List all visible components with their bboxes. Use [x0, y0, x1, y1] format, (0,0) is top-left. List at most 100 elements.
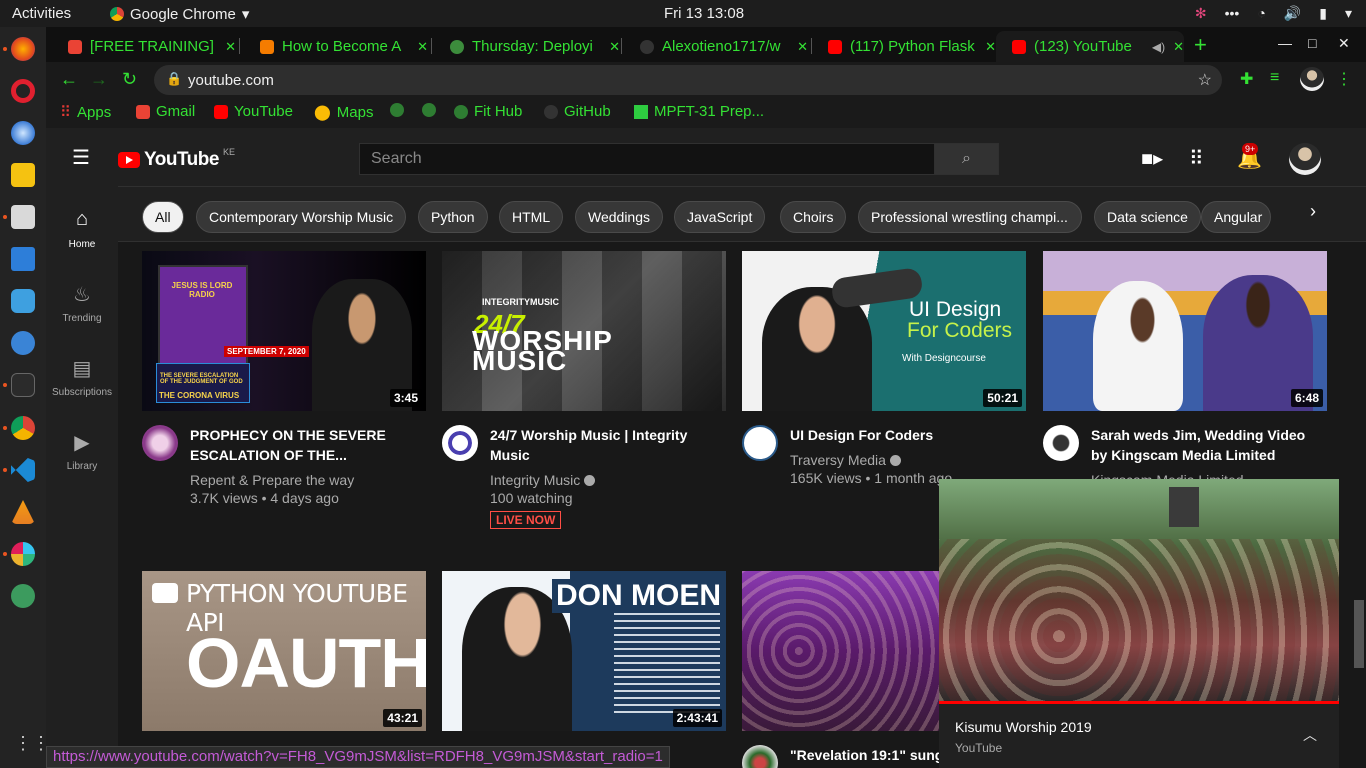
chip-python[interactable]: Python — [418, 201, 488, 233]
vscode-icon[interactable] — [11, 458, 35, 482]
create-video-icon[interactable]: ■▸ — [1141, 146, 1163, 171]
new-tab-button[interactable]: + — [1194, 32, 1207, 58]
miniplayer-video[interactable] — [939, 479, 1339, 701]
power-icon[interactable]: ▾ — [1345, 5, 1352, 22]
channel-avatar[interactable] — [1043, 425, 1079, 461]
bookmark-youtube[interactable]: YouTube — [214, 103, 293, 120]
clock[interactable]: Fri 13 13:08 — [664, 5, 744, 22]
tab-youtube[interactable]: (123) YouTube ◀) ✕ — [996, 31, 1184, 62]
video-thumbnail-worship[interactable]: INTEGRITYMUSIC 24/7 WORSHIP MUSIC — [442, 251, 726, 411]
video-title[interactable]: UI Design For Coders — [790, 425, 1020, 445]
tab-become[interactable]: How to Become A ✕ — [244, 31, 428, 62]
forward-button[interactable]: → — [90, 69, 108, 90]
bookmark-mpft[interactable]: MPFT-31 Prep... — [634, 103, 764, 120]
files-icon[interactable] — [11, 205, 35, 229]
miniplayer-title[interactable]: Kisumu Worship 2019 — [955, 719, 1092, 735]
account-avatar[interactable] — [1289, 143, 1321, 175]
extensions-icon[interactable]: ✚ — [1240, 69, 1253, 89]
chip-worship[interactable]: Contemporary Worship Music — [196, 201, 407, 233]
guide-item-subscriptions[interactable]: ▤ Subscriptions — [46, 356, 118, 400]
help-icon[interactable] — [11, 331, 35, 355]
progress-bar[interactable] — [939, 701, 1339, 704]
firefox-icon[interactable] — [11, 37, 35, 61]
close-icon[interactable]: ✕ — [1173, 39, 1184, 55]
guide-item-home[interactable]: ⌂ Home — [46, 208, 118, 252]
battery-icon[interactable]: ▮ — [1319, 5, 1327, 22]
maximize-button[interactable]: □ — [1308, 35, 1316, 51]
apps-grid-icon[interactable]: ⠿ — [1189, 146, 1204, 171]
more-icon[interactable]: ••• — [1225, 5, 1240, 22]
video-thumbnail-don-moen[interactable]: DON MOEN 2:43:41 — [442, 571, 726, 731]
close-icon[interactable]: ✕ — [609, 39, 620, 55]
audio-playing-icon[interactable]: ◀) — [1152, 40, 1165, 54]
close-icon[interactable]: ✕ — [417, 39, 428, 55]
chevron-right-icon[interactable]: › — [1310, 201, 1316, 222]
chip-weddings[interactable]: Weddings — [575, 201, 664, 233]
miniplayer-channel[interactable]: YouTube — [955, 741, 1002, 755]
bookmark-star-icon[interactable]: ☆ — [1198, 70, 1212, 90]
terminal-icon[interactable] — [11, 373, 35, 397]
bookmark-fit-hub[interactable]: Fit Hub — [454, 103, 522, 120]
address-bar[interactable]: 🔒 youtube.com ☆ — [154, 65, 1222, 95]
chip-data-science[interactable]: Data science — [1094, 201, 1201, 233]
chrome-dock-icon[interactable] — [11, 416, 35, 440]
video-thumbnail-oauth[interactable]: PYTHON YOUTUBE API OAUTH 43:21 — [142, 571, 426, 731]
bookmark-maps[interactable]: ⬤ Maps — [314, 103, 373, 122]
chip-all[interactable]: All — [142, 201, 184, 233]
slack-icon[interactable]: ✻ — [1195, 5, 1207, 22]
chip-wrestling[interactable]: Professional wrestling champi... — [858, 201, 1082, 233]
activities-button[interactable]: Activities — [12, 5, 71, 22]
back-button[interactable]: ← — [60, 69, 78, 90]
system-tray[interactable]: ✻ ••• ◔ 🔊 ▮ ▾ — [1195, 5, 1352, 22]
channel-avatar[interactable] — [142, 425, 178, 461]
video-thumbnail-prophecy[interactable]: JESUS IS LORD RADIO SEPTEMBER 7, 2020 TH… — [142, 251, 426, 411]
volume-icon[interactable]: 🔊 — [1284, 5, 1301, 22]
chip-html[interactable]: HTML — [499, 201, 564, 233]
video-thumbnail-wedding[interactable]: 6:48 — [1043, 251, 1327, 411]
hamburger-menu-icon[interactable]: ☰ — [72, 145, 90, 170]
video-thumbnail-ui-design[interactable]: UI Design For Coders With Designcourse 5… — [742, 251, 1026, 411]
chrome-menu-icon[interactable]: ⋮ — [1336, 69, 1352, 89]
thunderbird-icon[interactable] — [11, 121, 35, 145]
channel-name[interactable]: Traversy Media — [790, 451, 1020, 469]
search-input[interactable] — [360, 144, 934, 174]
video-title[interactable]: 24/7 Worship Music | Integrity Music — [490, 425, 720, 465]
bookmark-gmail[interactable]: Gmail — [136, 103, 195, 120]
search-button[interactable]: ⌕ — [934, 143, 999, 175]
guide-item-trending[interactable]: ♨ Trending — [46, 282, 118, 326]
bookmark-apps[interactable]: ⠿ Apps — [60, 103, 111, 122]
close-icon[interactable]: ✕ — [225, 39, 236, 55]
channel-name[interactable]: Repent & Prepare the way — [190, 471, 420, 489]
writer-icon[interactable] — [11, 247, 35, 271]
close-window-button[interactable]: ✕ — [1338, 35, 1350, 52]
channel-avatar[interactable] — [442, 425, 478, 461]
tab-thursday[interactable]: Thursday: Deployi ✕ — [434, 31, 620, 62]
bookmark-globe-2[interactable] — [422, 103, 436, 117]
video-title[interactable]: PROPHECY ON THE SEVERE ESCALATION OF THE… — [190, 425, 420, 465]
search-box[interactable] — [359, 143, 935, 175]
bookmark-globe-1[interactable] — [390, 103, 404, 117]
close-icon[interactable]: ✕ — [797, 39, 808, 55]
page-scrollbar[interactable] — [1354, 600, 1364, 668]
tab-python-flask[interactable]: (117) Python Flask ✕ — [812, 31, 996, 62]
rhythmbox-icon[interactable] — [11, 163, 35, 187]
tab-free-training[interactable]: [FREE TRAINING] D ✕ — [52, 31, 236, 62]
chevron-up-icon[interactable]: ︿ — [1303, 725, 1317, 745]
miniplayer[interactable]: Kisumu Worship 2019 YouTube ︿ — [939, 479, 1339, 768]
youtube-logo[interactable]: YouTube KE — [118, 147, 235, 171]
opera-icon[interactable] — [11, 79, 35, 103]
tab-github[interactable]: Alexotieno1717/w ✕ — [624, 31, 808, 62]
video-title[interactable]: "Revelation 19:1" sung b — [790, 745, 950, 765]
guide-item-library[interactable]: ▶ Library — [46, 430, 118, 474]
lock-icon[interactable]: 🔒 — [166, 71, 182, 87]
settings-icon[interactable] — [11, 584, 35, 608]
software-icon[interactable] — [11, 289, 35, 313]
video-title[interactable]: Sarah weds Jim, Wedding Video by Kingsca… — [1091, 425, 1321, 465]
chip-angular[interactable]: Angular — [1201, 201, 1271, 233]
minimize-button[interactable]: — — [1278, 35, 1292, 51]
wifi-icon[interactable]: ◔ — [1257, 5, 1265, 22]
channel-name[interactable]: Integrity Music — [490, 471, 720, 489]
app-menu[interactable]: Google Chrome ▾ — [110, 5, 249, 23]
url-text[interactable]: youtube.com — [188, 72, 274, 89]
bookmark-github[interactable]: GitHub — [544, 103, 611, 120]
